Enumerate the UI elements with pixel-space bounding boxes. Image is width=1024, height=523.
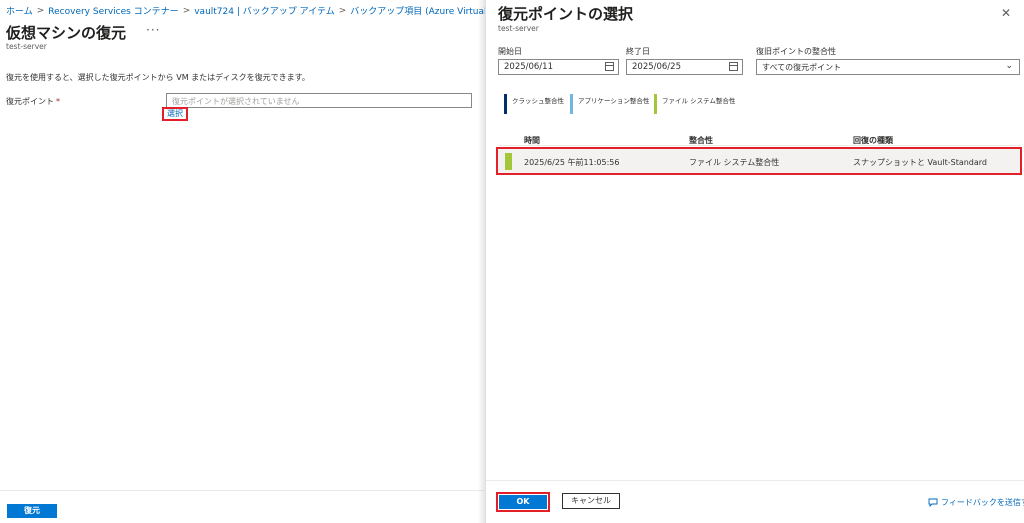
chevron-right-icon: > <box>36 5 45 16</box>
ok-button[interactable]: OK <box>496 492 550 512</box>
breadcrumb-recovery-services[interactable]: Recovery Services コンテナー <box>48 4 178 17</box>
end-date-label: 終了日 <box>626 47 650 56</box>
page-title: 仮想マシンの復元 <box>6 24 127 42</box>
chevron-right-icon: > <box>338 5 347 16</box>
legend-label: クラッシュ整合性 <box>512 97 564 105</box>
more-options-button[interactable]: ··· <box>146 23 160 37</box>
app-root: ホーム > Recovery Services コンテナー > vault724… <box>0 0 1024 523</box>
feedback-icon <box>928 498 938 507</box>
row-recovery-type: スナップショットと Vault-Standard <box>853 158 988 167</box>
restore-button[interactable]: 復元 <box>7 504 57 518</box>
restore-vm-pane: ホーム > Recovery Services コンテナー > vault724… <box>0 0 555 523</box>
legend-fs-consistent: ファイル システム整合性 <box>654 94 735 114</box>
legend-app-consistent: アプリケーション整合性 <box>570 94 649 114</box>
feedback-label: フィードバックを送信する <box>941 498 1024 507</box>
panel-footer: OK キャンセル フィードバックを送信する <box>486 480 1024 523</box>
left-footer: 復元 <box>0 490 484 523</box>
legend-swatch <box>654 94 657 114</box>
consistency-label: 復旧ポイントの整合性 <box>756 47 836 56</box>
legend-label: アプリケーション整合性 <box>578 97 650 105</box>
row-time: 2025/6/25 午前11:05:56 <box>524 158 620 167</box>
breadcrumb-home[interactable]: ホーム <box>6 4 33 17</box>
calendar-icon <box>729 62 738 71</box>
description-text: 復元を使用すると、選択した復元ポイントから VM またはディスクを復元できます。 <box>6 73 310 82</box>
legend-swatch <box>570 94 573 114</box>
consistency-dropdown[interactable]: すべての復元ポイント ⌄ <box>756 59 1020 75</box>
end-date-value: 2025/06/25 <box>632 62 681 72</box>
ok-button-label: OK <box>499 495 547 509</box>
page-subtitle: test-server <box>6 42 47 51</box>
start-date-label: 開始日 <box>498 47 522 56</box>
send-feedback-link[interactable]: フィードバックを送信する <box>928 497 1024 508</box>
restore-point-label-text: 復元ポイント <box>6 97 54 106</box>
cancel-button[interactable]: キャンセル <box>562 493 620 509</box>
legend-swatch <box>504 94 507 114</box>
panel-subtitle: test-server <box>498 24 539 33</box>
end-date-picker[interactable]: 2025/06/25 <box>626 59 743 75</box>
select-restore-point-link[interactable]: 選択 <box>162 107 188 121</box>
restore-point-field[interactable]: 復元ポイントが選択されていません <box>166 93 472 108</box>
chevron-down-icon: ⌄ <box>1005 61 1013 71</box>
table-row[interactable]: 2025/6/25 午前11:05:56 ファイル システム整合性 スナップショ… <box>496 147 1022 175</box>
breadcrumb-vault[interactable]: vault724 | バックアップ アイテム <box>194 4 334 17</box>
chevron-right-icon: > <box>182 5 191 16</box>
start-date-value: 2025/06/11 <box>504 62 553 72</box>
required-mark: * <box>56 97 60 106</box>
restore-point-label: 復元ポイント * <box>6 96 60 107</box>
consistency-dropdown-value: すべての復元ポイント <box>762 63 842 72</box>
row-consistency-swatch <box>505 153 512 170</box>
legend-crash-consistent: クラッシュ整合性 <box>504 94 564 114</box>
close-icon[interactable]: ✕ <box>1001 6 1011 20</box>
row-consistency: ファイル システム整合性 <box>689 158 780 167</box>
panel-title: 復元ポイントの選択 <box>498 5 634 23</box>
select-restore-point-panel: 復元ポイントの選択 test-server ✕ 開始日 2025/06/11 終… <box>485 0 1024 523</box>
start-date-picker[interactable]: 2025/06/11 <box>498 59 619 75</box>
calendar-icon <box>605 62 614 71</box>
table-divider <box>498 145 1020 146</box>
legend-label: ファイル システム整合性 <box>662 97 736 105</box>
breadcrumb: ホーム > Recovery Services コンテナー > vault724… <box>6 4 555 18</box>
